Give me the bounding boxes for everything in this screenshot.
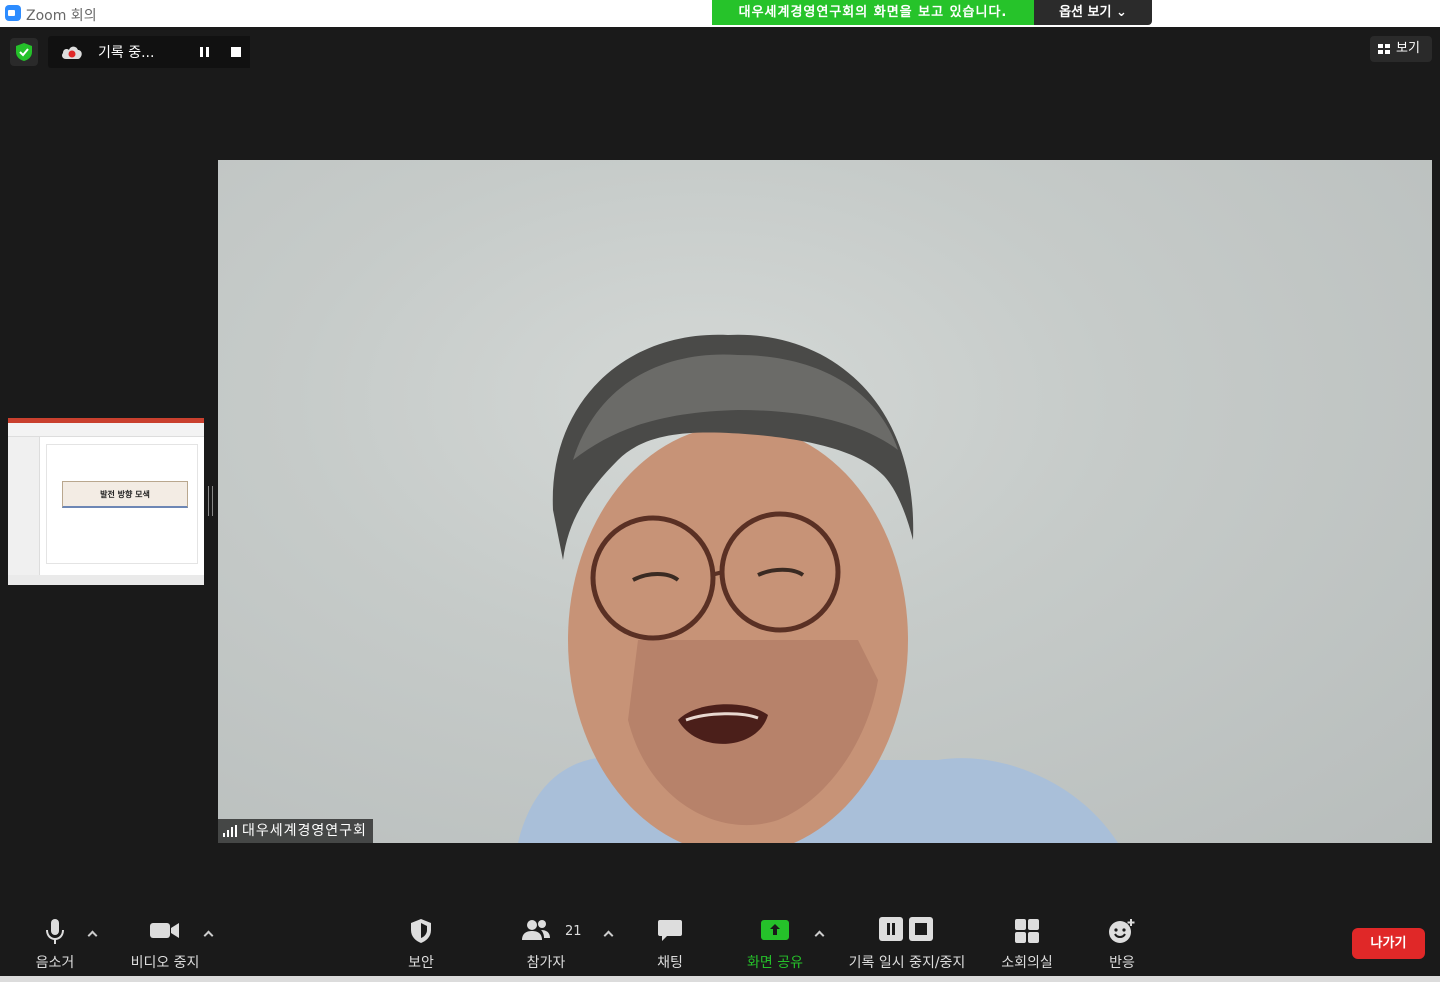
recording-indicator: 기록 중... — [48, 36, 250, 68]
slide-title: 발전 방향 모색 — [62, 481, 188, 508]
slide-panel — [8, 437, 40, 575]
reactions-button[interactable]: 반응 — [1092, 910, 1152, 976]
participant-name: 대우세계경영연구회 — [242, 823, 367, 839]
pause-stop-icon — [879, 917, 933, 941]
participants-label: 참가자 — [526, 955, 566, 971]
chevron-down-icon: ⌄ — [1116, 5, 1127, 20]
cloud-recording-icon — [62, 46, 82, 59]
chat-bubble-icon — [658, 920, 682, 941]
recording-status: 기록 중... — [98, 45, 155, 61]
participant-name-tag: 대우세계경영연구회 — [218, 819, 373, 843]
security-button[interactable]: 보안 — [390, 910, 452, 976]
view-options-label: 옵션 보기 — [1059, 5, 1112, 20]
stop-video-label: 비디오 중지 — [130, 955, 200, 971]
pause-recording-button[interactable] — [190, 36, 218, 68]
mute-label: 음소거 — [35, 955, 75, 971]
active-speaker-video: 대우세계경영연구회 — [218, 160, 1432, 843]
participants-button[interactable]: 참가자 — [510, 910, 582, 976]
meeting-controls-toolbar: 음소거 비디오 중지 보안 참가자 21 채팅 화면 공유 기록 일시 중지/중… — [0, 910, 1440, 976]
pause-stop-recording-button[interactable]: 기록 일시 중지/중지 — [838, 910, 976, 976]
encryption-badge[interactable] — [10, 38, 38, 66]
participant-count: 21 — [565, 924, 582, 939]
connection-signal-icon — [223, 825, 237, 837]
microphone-icon — [46, 919, 64, 944]
breakout-rooms-button[interactable]: 소회의실 — [992, 910, 1062, 976]
audio-options-caret[interactable] — [86, 928, 98, 940]
shield-icon — [411, 919, 431, 943]
chat-button[interactable]: 채팅 — [640, 910, 700, 976]
stop-video-button[interactable]: 비디오 중지 — [120, 910, 210, 976]
chat-label: 채팅 — [657, 955, 683, 971]
reactions-label: 반응 — [1109, 955, 1135, 971]
share-screen-icon — [761, 920, 789, 940]
participants-options-caret[interactable] — [602, 928, 614, 940]
share-options-caret[interactable] — [813, 928, 825, 940]
zoom-app-icon — [5, 5, 21, 21]
screen-share-message: 대우세계경영연구회의 화면을 보고 있습니다. — [712, 0, 1034, 25]
share-screen-label: 화면 공유 — [747, 955, 803, 971]
shared-screen-thumbnail[interactable]: 발전 방향 모색 — [8, 418, 204, 585]
view-label: 보기 — [1396, 41, 1420, 56]
participants-icon — [522, 920, 550, 940]
gallery-view-icon — [1378, 44, 1390, 54]
presentation-status-bar — [8, 575, 204, 585]
presentation-ribbon — [8, 423, 204, 437]
view-button[interactable]: 보기 — [1370, 36, 1432, 62]
video-options-caret[interactable] — [202, 928, 214, 940]
slide-canvas: 발전 방향 모색 — [46, 444, 198, 564]
video-camera-icon — [150, 923, 179, 938]
screen-share-banner: 대우세계경영연구회의 화면을 보고 있습니다. 옵션 보기 ⌄ — [712, 0, 1152, 25]
taskbar-edge — [0, 976, 1440, 982]
shield-check-icon — [16, 43, 32, 61]
view-options-button[interactable]: 옵션 보기 ⌄ — [1034, 0, 1152, 25]
mute-button[interactable]: 음소거 — [20, 910, 90, 976]
reaction-emoji-icon — [1109, 919, 1135, 943]
stop-recording-button[interactable] — [222, 36, 250, 68]
resize-handle[interactable] — [208, 486, 213, 516]
breakout-rooms-icon — [1015, 919, 1039, 943]
security-label: 보안 — [408, 955, 434, 971]
leave-meeting-button[interactable]: 나가기 — [1352, 928, 1425, 959]
pause-stop-recording-label: 기록 일시 중지/중지 — [848, 955, 966, 971]
participant-video-feed — [518, 334, 1118, 843]
window-title: Zoom 회의 — [26, 8, 97, 24]
breakout-rooms-label: 소회의실 — [1001, 955, 1053, 971]
share-screen-button[interactable]: 화면 공유 — [735, 910, 815, 976]
